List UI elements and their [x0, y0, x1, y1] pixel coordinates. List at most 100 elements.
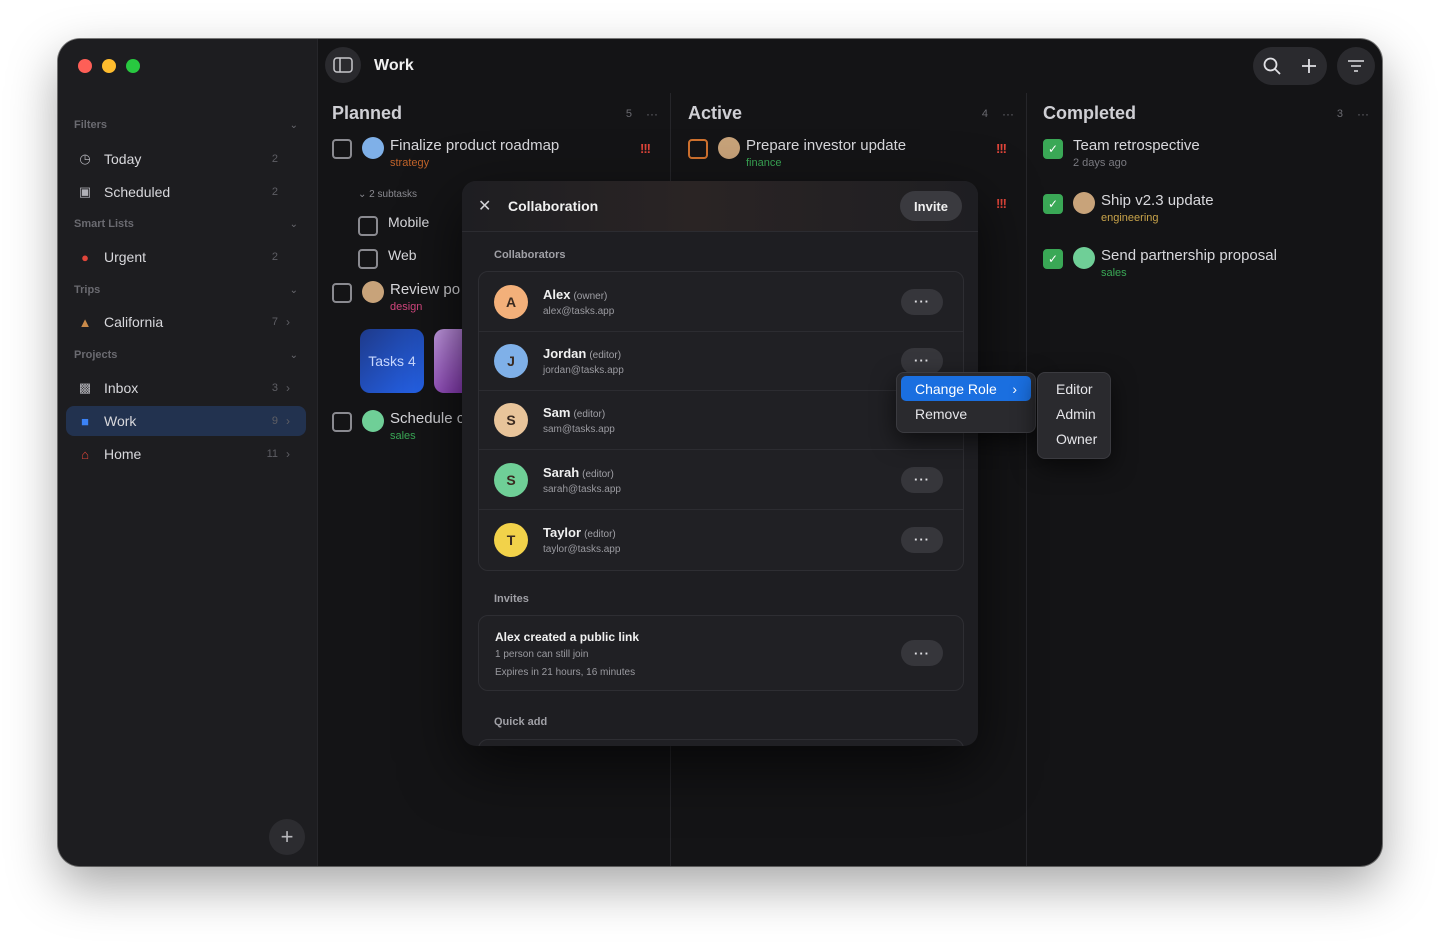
- chevron-down-icon: ⌄: [289, 284, 298, 296]
- column-divider: [1026, 93, 1027, 866]
- change-role-menu-item[interactable]: Change Role ›: [901, 376, 1031, 401]
- avatar: A: [494, 284, 528, 319]
- subtask-item[interactable]: Mobile: [358, 214, 429, 236]
- close-icon[interactable]: ✕: [478, 196, 494, 216]
- inbox-icon: ▩: [78, 380, 92, 395]
- zoom-window-button[interactable]: [126, 59, 140, 73]
- role-editor-menu-item[interactable]: Editor: [1042, 376, 1106, 401]
- chevron-down-icon: ⌄: [289, 218, 298, 230]
- task-item[interactable]: Prepare investor update finance: [688, 137, 906, 169]
- sidebar-item-home[interactable]: ⌂ Home 11 ›: [66, 439, 306, 469]
- avatar: S: [494, 402, 528, 437]
- collaborator-more-button[interactable]: ···: [901, 347, 943, 374]
- sidebar: Filters ⌄ ◷ Today 2 ▣ Scheduled 2 Smart L…: [58, 39, 318, 866]
- sidebar-section-projects[interactable]: Projects ⌄: [74, 349, 298, 361]
- collaborator-context-menu: Change Role › Remove: [896, 372, 1036, 433]
- collaborators-heading: Collaborators: [494, 249, 566, 261]
- task-item[interactable]: ✓ Send partnership proposal sales: [1043, 247, 1277, 279]
- collaboration-dialog: ✕ Collaboration Invite Collaborators A A…: [462, 181, 978, 746]
- dialog-title: Collaboration: [508, 198, 599, 214]
- sidebar-item-today[interactable]: ◷ Today 2: [66, 144, 306, 174]
- task-checkbox[interactable]: [688, 139, 708, 159]
- avatar: J: [494, 343, 528, 378]
- minimize-window-button[interactable]: [102, 59, 116, 73]
- close-window-button[interactable]: [78, 59, 92, 73]
- flame-icon: ●: [81, 249, 89, 265]
- filter-icon: [1348, 60, 1364, 72]
- subtasks-toggle[interactable]: ⌄ 2 subtasks: [358, 189, 417, 200]
- subtask-checkbox[interactable]: [358, 249, 378, 269]
- avatar: [1073, 192, 1095, 214]
- task-checkbox[interactable]: [332, 283, 352, 303]
- dialog-header: ✕ Collaboration Invite: [462, 181, 978, 232]
- invite-more-button[interactable]: ···: [901, 640, 943, 666]
- search-icon[interactable]: [1262, 56, 1282, 76]
- add-icon[interactable]: [1300, 57, 1318, 75]
- sidebar-section-smart-lists[interactable]: Smart Lists ⌄: [74, 218, 298, 230]
- priority-indicator: !!!: [996, 196, 1007, 211]
- avatar: S: [494, 462, 528, 497]
- invite-button[interactable]: Invite: [900, 191, 962, 221]
- task-item[interactable]: ✓ Ship v2.3 update engineering: [1043, 192, 1214, 224]
- task-checkbox-checked[interactable]: ✓: [1043, 139, 1063, 159]
- sidebar-item-work[interactable]: ■ Work 9 ›: [66, 406, 306, 436]
- avatar: [362, 410, 384, 432]
- task-item[interactable]: ✓ Team retrospective 2 days ago: [1043, 137, 1200, 169]
- sidebar-section-filters[interactable]: Filters ⌄: [74, 119, 298, 131]
- column-count: 4: [981, 107, 988, 120]
- column-completed: Completed 3 ··· ✓ Team retrospective 2 d…: [1043, 93, 1369, 866]
- collaborator-more-button[interactable]: ···: [901, 526, 943, 553]
- task-checkbox[interactable]: [332, 139, 352, 159]
- subtask-checkbox[interactable]: [358, 216, 378, 236]
- window-controls: [78, 59, 140, 73]
- collaborator-row: A Alex (owner) alex@tasks.app ···: [479, 272, 963, 332]
- priority-indicator: !!!: [996, 141, 1007, 156]
- clock-icon: ◷: [79, 151, 91, 166]
- chevron-down-icon: ⌄: [289, 349, 298, 361]
- chevron-down-icon: ⌄: [289, 119, 298, 131]
- remove-menu-item[interactable]: Remove: [901, 401, 1031, 426]
- task-checkbox-checked[interactable]: ✓: [1043, 194, 1063, 214]
- task-checkbox-checked[interactable]: ✓: [1043, 249, 1063, 269]
- sidebar-toggle-button[interactable]: [325, 47, 361, 83]
- task-meta: 2 days ago: [1073, 157, 1127, 169]
- sidebar-item-inbox[interactable]: ▩ Inbox 3 ›: [66, 373, 306, 403]
- more-icon[interactable]: ···: [646, 107, 658, 121]
- quick-add-card[interactable]: [478, 739, 964, 746]
- mountain-icon: ▲: [78, 314, 92, 330]
- chevron-right-icon: ›: [286, 447, 290, 461]
- task-item[interactable]: Review po design: [332, 281, 460, 313]
- collaborator-row: S Sam (editor) sam@tasks.app: [479, 390, 963, 450]
- attachment-thumbnail[interactable]: [434, 329, 462, 393]
- subtask-item[interactable]: Web: [358, 247, 417, 269]
- chevron-right-icon: ›: [286, 414, 290, 428]
- filter-menu-button[interactable]: [1337, 47, 1375, 85]
- role-submenu: Editor Admin Owner: [1037, 372, 1111, 459]
- sidebar-item-california[interactable]: ▲ California 7 ›: [66, 307, 306, 337]
- toolbar-actions: [1253, 47, 1327, 85]
- add-list-button[interactable]: +: [269, 819, 305, 855]
- role-owner-menu-item[interactable]: Owner: [1042, 426, 1106, 451]
- invite-link-card: Alex created a public link 1 person can …: [478, 615, 964, 691]
- quick-add-heading: Quick add: [494, 716, 548, 728]
- sidebar-item-urgent[interactable]: ● Urgent 2: [66, 242, 306, 272]
- collaborator-more-button[interactable]: ···: [901, 288, 943, 315]
- avatar: T: [494, 522, 528, 557]
- invites-heading: Invites: [494, 593, 529, 605]
- priority-indicator: !!!: [640, 141, 651, 156]
- avatar: [718, 137, 740, 159]
- task-item[interactable]: Finalize product roadmap strategy: [332, 137, 559, 169]
- briefcase-icon: ■: [81, 413, 89, 429]
- collaborator-more-button[interactable]: ···: [901, 466, 943, 493]
- role-admin-menu-item[interactable]: Admin: [1042, 401, 1106, 426]
- column-title: Planned: [332, 103, 403, 123]
- sidebar-section-trips[interactable]: Trips ⌄: [74, 284, 298, 296]
- task-item[interactable]: Schedule c sales: [332, 410, 464, 442]
- sidebar-item-scheduled[interactable]: ▣ Scheduled 2: [66, 177, 306, 207]
- more-icon[interactable]: ···: [1002, 107, 1014, 121]
- attachment-thumbnail[interactable]: Tasks 4: [360, 329, 424, 393]
- task-checkbox[interactable]: [332, 412, 352, 432]
- more-icon[interactable]: ···: [1357, 107, 1369, 121]
- column-count: 3: [1336, 107, 1343, 120]
- task-tag: sales: [1101, 267, 1127, 279]
